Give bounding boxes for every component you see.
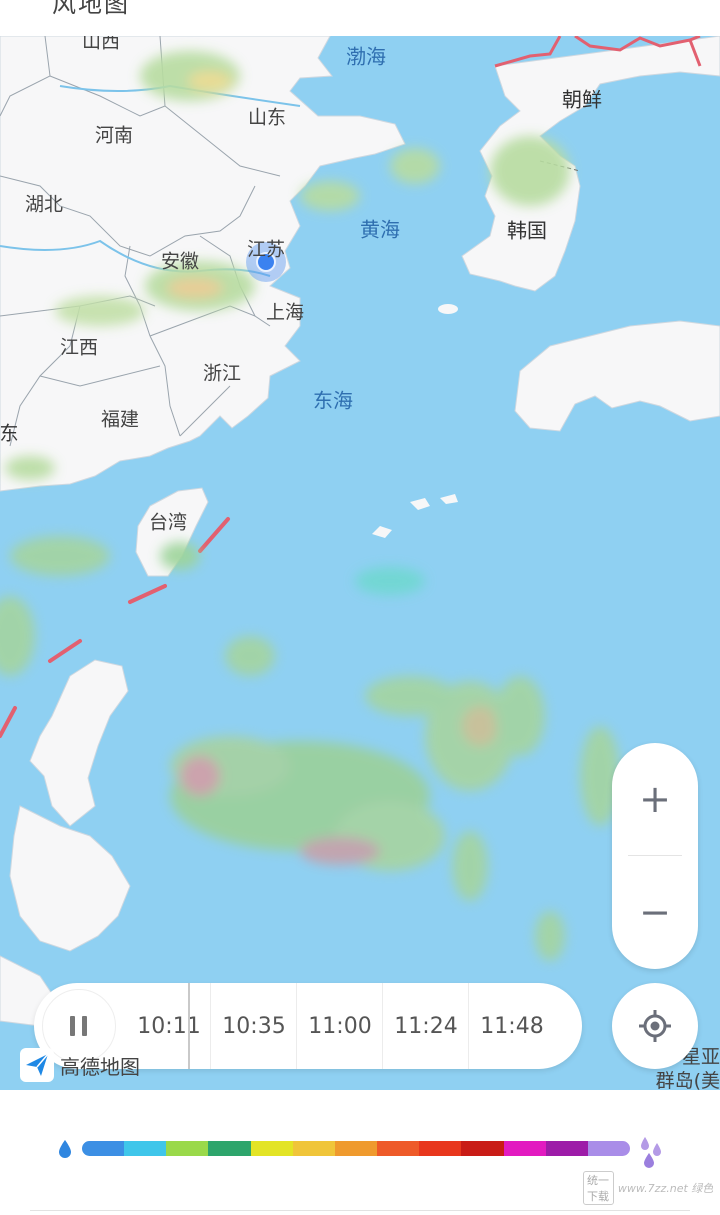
locate-button[interactable] — [612, 983, 698, 1069]
island-jeju — [438, 304, 458, 314]
legend-segment — [208, 1141, 251, 1156]
label-taiwan: 台湾 — [148, 511, 188, 534]
legend-segment — [587, 1141, 630, 1156]
label-jiangsu: 江苏 — [246, 238, 286, 261]
time-item[interactable]: 11:24 — [383, 983, 469, 1069]
timeline-cursor — [188, 983, 190, 1069]
amap-logo-icon — [20, 1048, 54, 1082]
watermark: 统一下载 www.7zz.net 绿色·安全·无毒·无广告 — [583, 1171, 713, 1205]
label-mariana-line2: 群岛(美 — [655, 1070, 720, 1090]
legend-segment — [419, 1141, 462, 1156]
label-zhejiang: 浙江 — [202, 362, 242, 385]
land-luzon — [29, 659, 129, 827]
legend-segment — [334, 1141, 378, 1156]
time-item[interactable]: 10:35 — [211, 983, 297, 1069]
legend-segment — [545, 1141, 588, 1156]
label-anhui: 安徽 — [160, 250, 200, 273]
page-title: 风地图 — [52, 0, 130, 18]
time-item[interactable]: 11:00 — [297, 983, 383, 1069]
label-hubei: 湖北 — [24, 193, 64, 216]
label-huanghai: 黄海 — [360, 217, 400, 242]
crosshair-icon — [639, 1010, 671, 1042]
legend-segment — [461, 1141, 504, 1156]
legend-segment — [250, 1141, 293, 1156]
precipitation-legend — [82, 1141, 630, 1156]
label-hanguo: 韩国 — [507, 218, 547, 243]
label-henan: 河南 — [94, 124, 134, 147]
zoom-controls: + − — [612, 743, 698, 969]
zoom-in-button[interactable]: + — [612, 743, 698, 855]
watermark-box: 统一下载 — [583, 1171, 614, 1205]
legend-segment — [503, 1141, 546, 1156]
label-donghai: 东海 — [313, 388, 353, 413]
label-fujian: 福建 — [100, 408, 140, 431]
islands-ryukyu — [372, 494, 458, 538]
legend-segment — [82, 1141, 125, 1156]
legend-segment — [377, 1141, 420, 1156]
label-chaoxian: 朝鲜 — [562, 87, 602, 112]
pause-icon — [70, 1016, 88, 1036]
minus-icon: − — [639, 890, 671, 934]
header: 风地图 — [0, 0, 720, 36]
plus-icon: + — [639, 777, 671, 821]
heavy-rain-drops-icon — [641, 1137, 661, 1168]
label-bohai: 渤海 — [346, 44, 386, 69]
legend-segment — [292, 1141, 335, 1156]
bottom-divider — [30, 1210, 690, 1211]
legend-segment — [166, 1141, 209, 1156]
watermark-text: www.7zz.net 绿色·安全·无毒·无广告 — [617, 1182, 713, 1195]
label-shanxi: 山西 — [81, 36, 121, 53]
zoom-out-button[interactable]: − — [612, 856, 698, 968]
amap-brand: 高德地图 — [20, 1047, 140, 1083]
legend-segment — [124, 1141, 167, 1156]
brand-name: 高德地图 — [60, 1054, 140, 1079]
land-japan — [514, 320, 720, 432]
label-guangdong-partial: 东 — [0, 422, 19, 445]
time-item[interactable]: 11:48 — [469, 983, 555, 1069]
label-shanghai: 上海 — [265, 301, 305, 324]
light-rain-drop-icon — [59, 1140, 71, 1158]
label-shandong: 山东 — [247, 106, 287, 129]
label-jiangxi: 江西 — [59, 336, 99, 359]
land-visayas — [9, 805, 131, 952]
